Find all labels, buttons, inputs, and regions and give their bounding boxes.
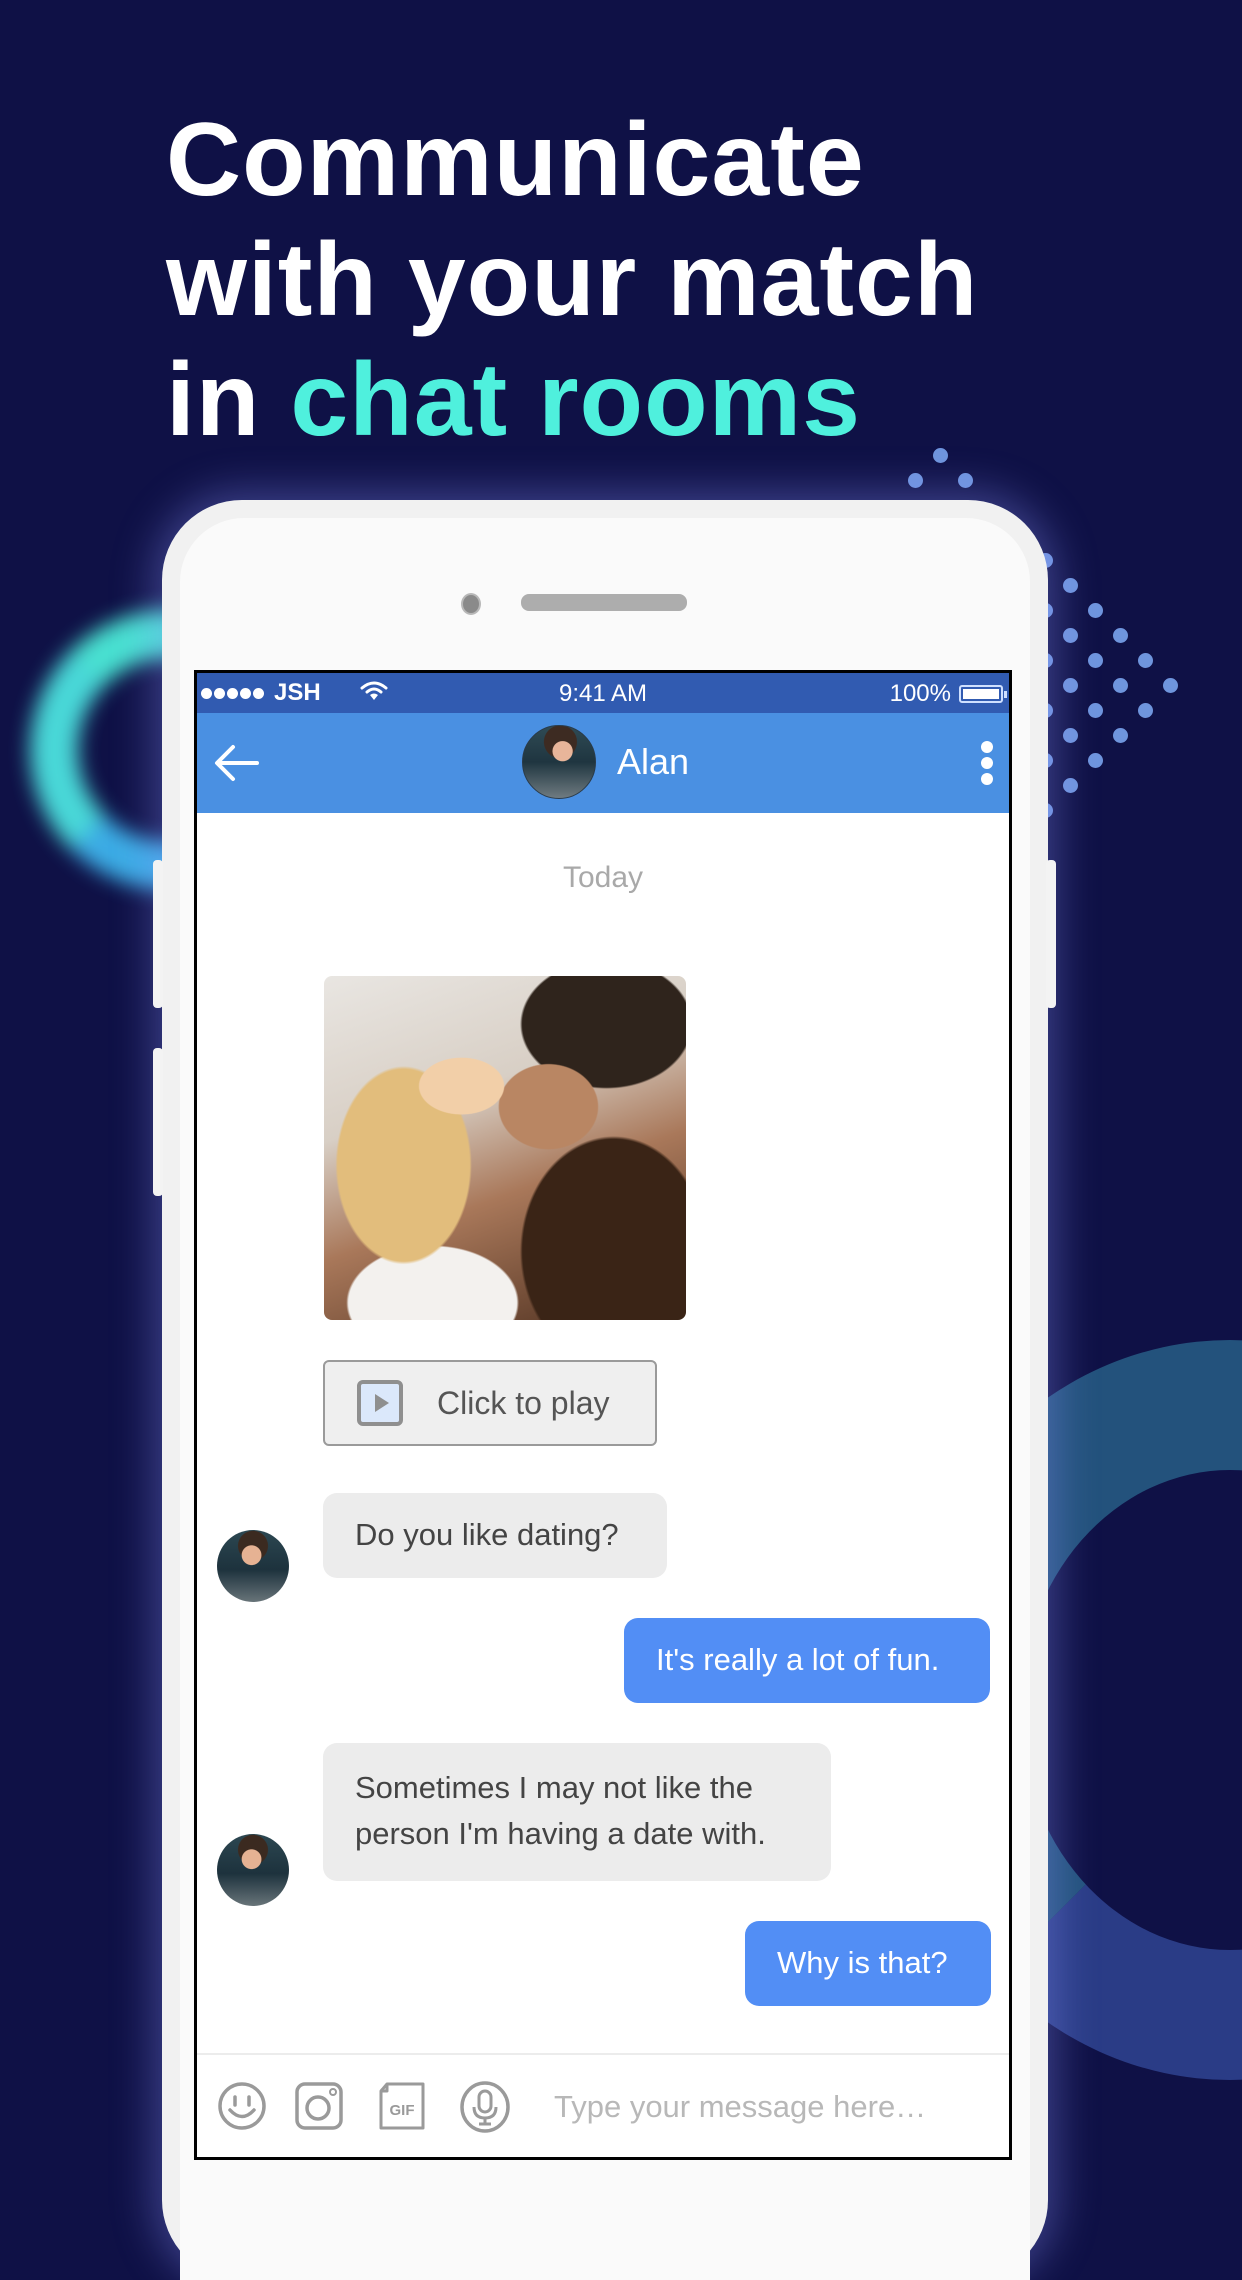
click-to-play-button[interactable]: Click to play: [323, 1360, 657, 1446]
chat-header: Alan: [197, 713, 1009, 813]
decorative-dot: [958, 473, 973, 488]
arrow-left-icon[interactable]: [213, 739, 261, 787]
message-outgoing: Why is that?: [745, 1921, 991, 2006]
message-input-bar: GIF: [197, 2053, 1009, 2157]
camera-icon[interactable]: [294, 2081, 344, 2136]
status-bar: JSH 9:41 AM 100%: [197, 673, 1009, 713]
phone-front-camera: [461, 593, 481, 615]
decorative-dot: [1063, 628, 1078, 643]
decorative-dot: [1138, 653, 1153, 668]
status-time: 9:41 AM: [558, 680, 648, 707]
message-input[interactable]: [552, 2081, 976, 2133]
emoji-icon[interactable]: [217, 2081, 267, 2136]
decorative-dot: [1088, 603, 1103, 618]
decorative-dot: [1113, 728, 1128, 743]
gif-icon[interactable]: GIF: [377, 2081, 427, 2136]
gif-label: GIF: [390, 2102, 415, 2119]
shared-photo[interactable]: [324, 976, 686, 1320]
phone-side-button-left-2: [153, 1048, 163, 1196]
message-outgoing: It's really a lot of fun.: [624, 1618, 990, 1703]
phone-side-button-right: [1046, 860, 1056, 1008]
microphone-icon[interactable]: [460, 2081, 510, 2138]
decorative-dot: [1063, 778, 1078, 793]
play-button-label: Click to play: [437, 1384, 610, 1421]
sender-avatar[interactable]: [217, 1834, 289, 1906]
date-divider: Today: [562, 861, 644, 894]
decorative-dot: [1138, 703, 1153, 718]
decorative-dot: [1063, 578, 1078, 593]
sender-avatar[interactable]: [217, 1530, 289, 1602]
decorative-dot: [1088, 703, 1103, 718]
decorative-dot: [1113, 628, 1128, 643]
decorative-dot: [1163, 678, 1178, 693]
decorative-dot: [1063, 728, 1078, 743]
battery-icon: [959, 685, 1007, 703]
decorative-dot: [908, 473, 923, 488]
chat-messages: Today Click to play Do you like dating? …: [197, 813, 1009, 2058]
battery-percent: 100%: [889, 680, 951, 707]
headline-line-1: Communicate: [166, 102, 865, 218]
decorative-dot: [1088, 653, 1103, 668]
phone-screen: JSH 9:41 AM 100% Alan Today Click to pla…: [194, 670, 1012, 2160]
decorative-dot: [1088, 753, 1103, 768]
contact-name[interactable]: Alan: [617, 741, 689, 783]
headline-line-3-prefix: in: [166, 342, 291, 458]
phone-side-button-left-1: [153, 860, 163, 1008]
decorative-dot: [1063, 678, 1078, 693]
decorative-dot: [1113, 678, 1128, 693]
more-vertical-icon[interactable]: [979, 741, 995, 785]
headline: Communicate with your match in chat room…: [166, 100, 978, 460]
contact-avatar[interactable]: [522, 725, 596, 799]
message-incoming: Do you like dating?: [323, 1493, 667, 1578]
headline-line-3-accent: chat rooms: [290, 342, 861, 458]
message-incoming: Sometimes I may not like the person I'm …: [323, 1743, 831, 1881]
play-icon: [357, 1380, 403, 1426]
phone-speaker: [521, 594, 687, 611]
battery-status: 100%: [889, 680, 1007, 708]
headline-line-2: with your match: [166, 222, 979, 338]
